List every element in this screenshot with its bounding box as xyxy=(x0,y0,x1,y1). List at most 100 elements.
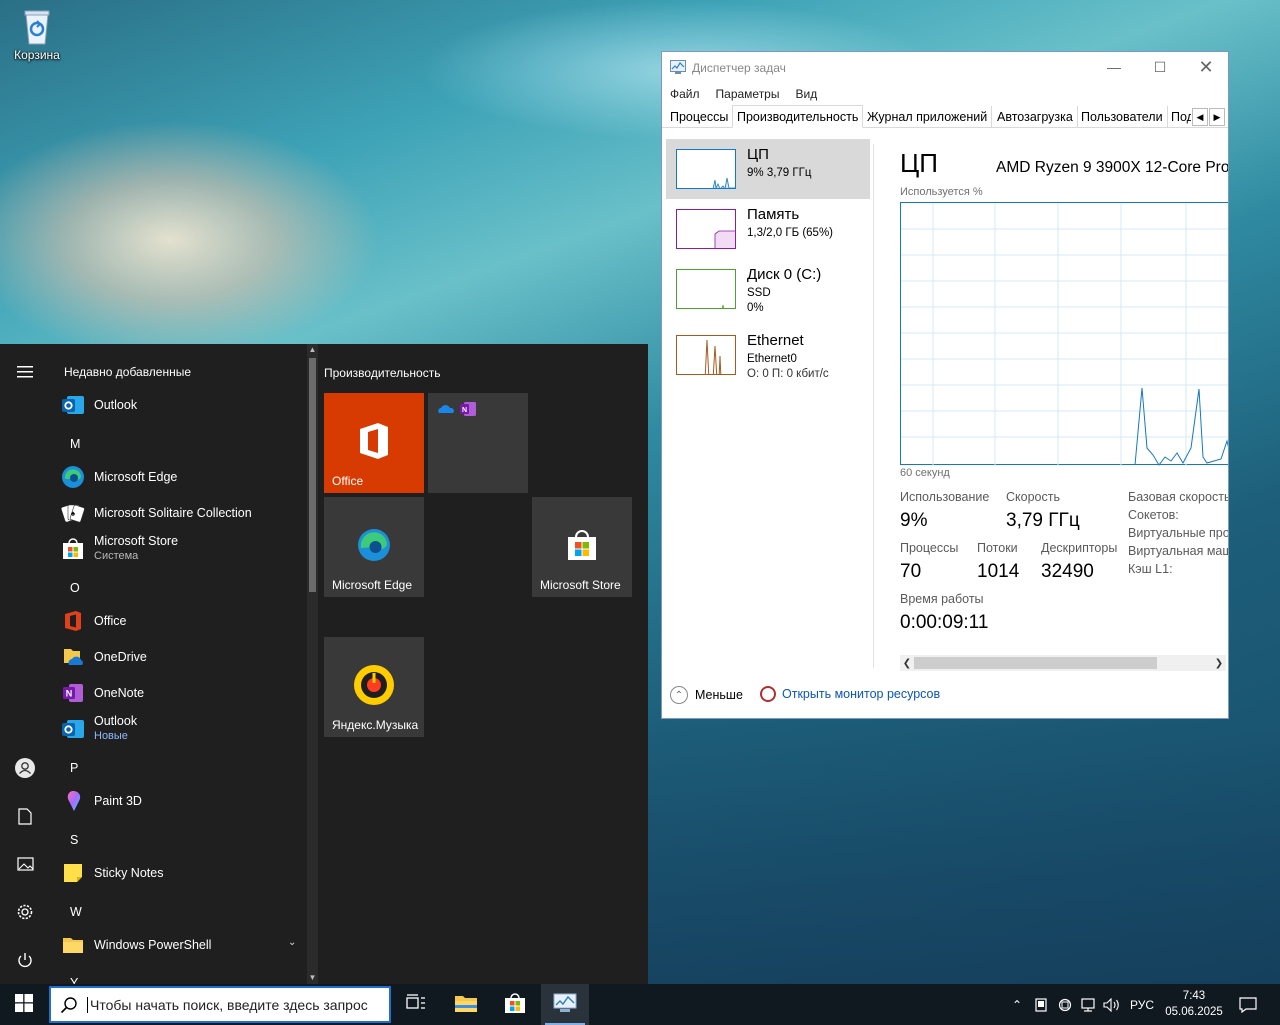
desktop-sea-shade xyxy=(640,720,1280,990)
resource-name: Ethernet xyxy=(747,332,804,349)
resource-disk[interactable]: Диск 0 (C:) SSD 0% xyxy=(666,259,870,319)
file-explorer-button[interactable] xyxy=(442,984,490,1025)
tab-users[interactable]: Пользователи xyxy=(1077,106,1168,128)
app-name: OneDrive xyxy=(94,649,147,664)
taskbar-clock[interactable]: 7:43 05.06.2025 xyxy=(1158,988,1230,1020)
sticky-notes-icon xyxy=(60,860,86,886)
title-bar[interactable]: Диспетчер задач — ☐ ✕ xyxy=(662,52,1228,82)
letter-header-s[interactable]: S xyxy=(70,833,78,847)
open-resource-monitor-label: Открыть монитор ресурсов xyxy=(782,687,941,701)
tile-label: Microsoft Edge xyxy=(332,578,413,592)
tab-performance[interactable]: Производительность xyxy=(732,105,864,128)
app-solitaire[interactable]: ♠ Microsoft Solitaire Collection xyxy=(60,496,306,530)
tab-app-history[interactable]: Журнал приложений xyxy=(863,106,993,128)
scroll-down-arrow-icon[interactable]: ▼ xyxy=(307,972,318,984)
close-icon[interactable]: ✕ xyxy=(1183,52,1228,82)
resource-memory[interactable]: Память 1,3/2,0 ГБ (65%) xyxy=(666,199,870,259)
processes-label: Процессы xyxy=(900,541,959,555)
tile-microsoft-store[interactable]: Microsoft Store xyxy=(532,497,632,597)
processes-value: 70 xyxy=(900,561,922,582)
app-outlook[interactable]: Outlook xyxy=(60,388,306,422)
chevron-down-icon[interactable]: ⌄ xyxy=(288,937,296,948)
power-icon[interactable] xyxy=(13,948,37,972)
scroll-up-arrow-icon[interactable]: ▲ xyxy=(307,344,318,356)
user-account-icon[interactable] xyxy=(13,756,37,780)
maximize-icon[interactable]: ☐ xyxy=(1137,52,1183,82)
app-list: Недавно добавленные Outlook M Microsoft … xyxy=(50,344,306,984)
minimize-icon[interactable]: — xyxy=(1091,52,1137,82)
scrollbar-thumb[interactable] xyxy=(309,358,316,592)
menu-view[interactable]: Вид xyxy=(787,84,825,104)
input-language-indicator[interactable]: РУС xyxy=(1126,984,1158,1025)
tab-details[interactable]: Под xyxy=(1167,106,1191,128)
tab-scroll-right-icon[interactable]: ▶ xyxy=(1209,108,1225,126)
menu-file[interactable]: Файл xyxy=(662,84,708,104)
file-explorer-icon xyxy=(454,993,478,1016)
clock-date: 05.06.2025 xyxy=(1165,1006,1223,1018)
app-list-scrollbar[interactable]: ▲ ▼ xyxy=(307,344,318,984)
tab-strip: Процессы Производительность Журнал прило… xyxy=(662,105,1228,128)
tab-scroll-left-icon[interactable]: ◀ xyxy=(1192,108,1208,126)
app-onedrive[interactable]: OneDrive xyxy=(60,640,306,674)
app-sticky-notes[interactable]: Sticky Notes xyxy=(60,856,306,890)
tray-device-icon[interactable] xyxy=(1030,984,1052,1025)
tab-startup[interactable]: Автозагрузка xyxy=(993,106,1078,128)
settings-gear-icon[interactable] xyxy=(13,900,37,924)
letter-header-m[interactable]: M xyxy=(70,437,80,451)
svg-text:N: N xyxy=(66,689,73,699)
store-icon xyxy=(532,525,632,565)
app-name: OneNote xyxy=(94,685,145,700)
app-name: Paint 3D xyxy=(94,793,142,808)
tile-onedrive-onenote-folder[interactable]: N xyxy=(428,393,528,493)
open-resource-monitor-link[interactable]: Открыть монитор ресурсов xyxy=(760,686,940,702)
tile-microsoft-edge[interactable]: Microsoft Edge xyxy=(324,497,424,597)
scroll-right-arrow-icon[interactable]: ❯ xyxy=(1212,655,1226,671)
app-paint-3d[interactable]: Paint 3D xyxy=(60,784,306,818)
tile-yandex-music[interactable]: Яндекс.Музыка xyxy=(324,637,424,737)
app-name: Microsoft Edge xyxy=(94,469,178,484)
resource-stat: Ethernet0 xyxy=(747,353,797,365)
scroll-left-arrow-icon[interactable]: ❮ xyxy=(900,655,914,671)
notification-center-icon[interactable] xyxy=(1234,984,1262,1025)
pictures-icon[interactable] xyxy=(13,852,37,876)
resource-name: Память xyxy=(747,206,800,223)
app-name: Windows PowerShell xyxy=(94,937,212,952)
resource-cpu[interactable]: ЦП 9% 3,79 ГГц xyxy=(666,139,870,199)
app-subtitle: Новые xyxy=(94,730,128,742)
app-name: Microsoft Store xyxy=(94,534,179,548)
letter-header-y[interactable]: Y xyxy=(70,976,78,984)
onenote-icon: N xyxy=(459,401,477,420)
tile-label: Office xyxy=(332,474,364,488)
taskbar-search-box[interactable]: Чтобы начать поиск, введите здесь запрос xyxy=(49,986,391,1023)
app-microsoft-edge[interactable]: Microsoft Edge xyxy=(60,460,306,494)
volume-icon[interactable] xyxy=(1100,984,1124,1025)
task-view-button[interactable] xyxy=(392,984,440,1025)
letter-header-p[interactable]: P xyxy=(70,761,78,775)
horizontal-scroll-thumb[interactable] xyxy=(914,657,1157,669)
edge-icon xyxy=(60,464,86,490)
cpu-graph-svg xyxy=(901,203,1228,466)
tile-label: Microsoft Store xyxy=(540,578,621,592)
hamburger-menu-icon[interactable] xyxy=(13,360,37,384)
resource-ethernet[interactable]: Ethernet Ethernet0 О: 0 П: 0 кбит/с xyxy=(666,325,870,385)
app-outlook-new[interactable]: Outlook Новые xyxy=(60,712,306,746)
recycle-bin-shortcut[interactable]: Корзина xyxy=(8,6,66,62)
app-folder-windows-powershell[interactable]: Windows PowerShell ⌄ xyxy=(60,928,306,962)
microsoft-store-button[interactable] xyxy=(491,984,539,1025)
app-onenote[interactable]: N OneNote xyxy=(60,676,306,710)
horizontal-scrollbar[interactable]: ❮ ❯ xyxy=(900,655,1226,671)
fewer-details-button[interactable]: ⌃ Меньше xyxy=(670,686,743,704)
start-button[interactable] xyxy=(0,984,48,1025)
tab-processes[interactable]: Процессы xyxy=(666,106,734,128)
task-manager-taskbar-button[interactable] xyxy=(541,984,589,1025)
app-office[interactable]: Office xyxy=(60,604,306,638)
menu-options[interactable]: Параметры xyxy=(708,84,788,104)
app-microsoft-store[interactable]: Microsoft Store Система xyxy=(60,532,306,566)
letter-header-o[interactable]: O xyxy=(70,581,80,595)
show-hidden-icons-chevron-icon[interactable]: ⌃ xyxy=(1006,984,1028,1025)
tray-app-icon[interactable] xyxy=(1054,984,1076,1025)
letter-header-w[interactable]: W xyxy=(70,905,82,919)
tile-office[interactable]: Office xyxy=(324,393,424,493)
documents-icon[interactable] xyxy=(13,804,37,828)
network-icon[interactable] xyxy=(1077,984,1099,1025)
